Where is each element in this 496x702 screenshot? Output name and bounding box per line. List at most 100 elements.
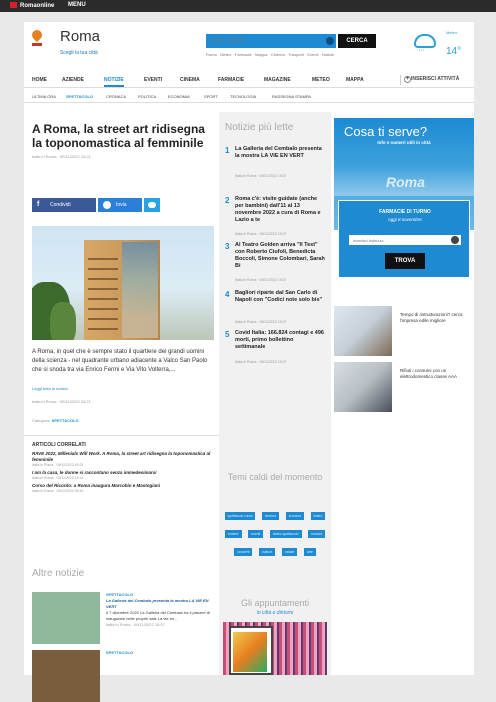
pharmacy-date: oggi 8 novembre xyxy=(388,217,422,222)
address-input[interactable] xyxy=(349,235,461,245)
topic-tag[interactable]: mostre xyxy=(224,530,242,538)
more-news-item[interactable]: SPETTACOLO La Galleria del Cembalo prese… xyxy=(32,592,217,644)
nav-meteo[interactable]: METEO xyxy=(312,77,330,83)
messenger-share-label: Invia xyxy=(116,202,127,208)
topic-tag[interactable]: concerti xyxy=(234,548,253,556)
twitter-icon xyxy=(148,202,156,208)
rank-number: 4 xyxy=(225,290,230,299)
subnav-tecnologia[interactable]: TECNOLOGIA xyxy=(230,94,256,99)
painting-image xyxy=(233,632,267,672)
article-headline: A Roma, la street art ridisegna la topon… xyxy=(32,122,205,150)
nav-cinema[interactable]: CINEMA xyxy=(180,77,200,83)
category-link[interactable]: SPETTACOLO xyxy=(52,418,79,423)
plus-icon: + xyxy=(404,76,411,83)
article-image[interactable] xyxy=(32,226,214,340)
rank-title[interactable]: Bagliori riparte dal San Carlo di Napoli… xyxy=(235,290,325,304)
most-read-column: Notizie più lette 1 La Galleria del Cemb… xyxy=(219,112,331,675)
find-pharmacy-button[interactable]: TROVA xyxy=(385,253,425,269)
subnav-politica[interactable]: POLITICA xyxy=(138,94,156,99)
nav-eventi[interactable]: EVENTI xyxy=(144,77,162,83)
city-selector[interactable]: Scegli la tua città xyxy=(60,50,98,56)
rank-title[interactable]: Roma c'è: visite guidate (anche per bamb… xyxy=(235,196,325,224)
subnav-ultima-ora[interactable]: ULTIMA ORA xyxy=(32,94,56,99)
appointments-subtitle[interactable]: in città e dintorni xyxy=(219,610,331,616)
article-category: Categoria: SPETTACOLO xyxy=(32,418,79,423)
ad-item[interactable]: Tempo di ristrutturazioni? cerca l'impre… xyxy=(334,306,474,356)
article-meta: Italia in Roma · 09/11/2022 15:21 xyxy=(32,154,91,159)
useful-info-title: Cosa ti serve? xyxy=(344,124,428,139)
more-news-text: SPETTACOLO La Galleria del Cembalo prese… xyxy=(106,592,216,628)
more-news-text: SPETTACOLO xyxy=(106,650,216,656)
more-news-item[interactable]: SPETTACOLO xyxy=(32,650,217,702)
subnav-cronaca[interactable]: CRONACA xyxy=(106,94,126,99)
menu-button[interactable]: MENU xyxy=(68,2,86,8)
topic-tag[interactable]: arte xyxy=(303,548,316,556)
article-excerpt: A Roma, in quel che è sempre stato il qu… xyxy=(32,349,208,373)
brand-label: Roma xyxy=(20,3,37,9)
useful-info-subtitle[interactable]: Info e numeri utili in città xyxy=(334,140,474,145)
hot-topics-tags: spettacolo roma cinema cronaca teatro mo… xyxy=(223,504,327,558)
mural-shape xyxy=(122,242,158,338)
topic-tag[interactable]: spettacolo roma xyxy=(224,512,256,520)
topic-tag[interactable]: natale xyxy=(281,548,298,556)
ad-text[interactable]: Rifiuti i consumi con un elettrodomestic… xyxy=(400,368,470,380)
topic-tag[interactable]: teatro spettacolo xyxy=(269,530,302,538)
hot-topics-title: Temi caldi del momento xyxy=(227,472,323,482)
nav-home[interactable]: HOME xyxy=(32,77,47,83)
rain-icon: ''' xyxy=(419,50,426,56)
ad-image[interactable] xyxy=(334,306,392,356)
nav-mappa[interactable]: MAPPA xyxy=(346,77,364,83)
search-suggestions[interactable]: Roma · Meteo · Farmacie · Mappa · Cinema… xyxy=(206,52,334,57)
rank-meta: Italia in Roma · 09/11/2022 15:07 xyxy=(235,232,287,236)
rank-number: 5 xyxy=(225,330,230,339)
twitter-share-button[interactable] xyxy=(144,198,160,212)
ad-text[interactable]: Tempo di ristrutturazioni? cerca l'impre… xyxy=(400,312,470,324)
rank-title[interactable]: La Galleria del Cembalo presenta la most… xyxy=(235,146,325,160)
nav-aziende[interactable]: AZIENDE xyxy=(62,77,84,83)
cloud-icon[interactable] xyxy=(414,34,436,48)
related-meta: Italia in Roma · 09/11/2022 10:14 xyxy=(32,476,84,480)
more-news-tag[interactable]: SPETTACOLO xyxy=(106,650,216,656)
topic-tag[interactable]: teatro xyxy=(310,512,326,520)
flag-icon xyxy=(10,2,17,8)
related-item[interactable]: RAVE 2022, Millenials Will Work. A Roma,… xyxy=(32,451,218,463)
topic-tag[interactable]: eventi xyxy=(247,530,264,538)
tree-shape xyxy=(50,302,76,340)
messenger-share-button[interactable]: Invia xyxy=(98,198,142,212)
subnav-spettacolo[interactable]: SPETTACOLO xyxy=(66,94,93,99)
subnav-sport[interactable]: SPORT xyxy=(204,94,218,99)
messenger-icon xyxy=(103,201,111,209)
facebook-share-button[interactable]: f Condividi xyxy=(32,198,96,212)
subnav-economia[interactable]: ECONOMIA xyxy=(168,94,190,99)
clear-icon[interactable] xyxy=(451,236,459,244)
nav-magazine[interactable]: MAGAZINE xyxy=(264,77,291,83)
more-news-image[interactable] xyxy=(32,650,100,702)
rank-title[interactable]: Covid Italia: 166.824 contagi e 496 mort… xyxy=(235,330,325,351)
subnav-rassegna-stampa[interactable]: RASSEGNA STAMPA xyxy=(272,94,311,99)
most-read-title: Notizie più lette xyxy=(225,122,294,133)
rank-title[interactable]: Al Teatro Golden arriva "Il Test" con Ro… xyxy=(235,242,325,270)
topic-tag[interactable]: cronaca xyxy=(285,512,305,520)
nav-farmacie[interactable]: FARMACIE xyxy=(218,77,244,83)
ad-image[interactable] xyxy=(334,362,392,412)
more-news-title: Altre notizie xyxy=(32,568,85,579)
ad-item[interactable]: Rifiuti i consumi con un elettrodomestic… xyxy=(334,362,474,412)
city-title: Roma xyxy=(60,28,101,45)
search-input[interactable] xyxy=(206,34,336,48)
topic-tag[interactable]: cultura xyxy=(258,548,276,556)
location-pin-icon xyxy=(29,27,45,43)
appointments-title: Gli appuntamenti xyxy=(240,598,310,608)
site-brand[interactable]: Romaonline xyxy=(10,2,54,9)
facebook-share-label: Condividi xyxy=(50,202,71,208)
topic-tag[interactable]: cinema xyxy=(261,512,280,520)
read-more-link[interactable]: Leggi tutta la notizia xyxy=(32,386,68,391)
more-news-image[interactable] xyxy=(32,592,100,644)
add-business-button[interactable]: + INSERISCI ATTIVITÀ xyxy=(400,75,472,85)
search-icon[interactable] xyxy=(326,37,334,45)
category-label: Categoria: xyxy=(32,418,51,423)
more-news-headline[interactable]: La Galleria del Cembalo presenta la most… xyxy=(106,598,216,610)
topic-tag[interactable]: musica xyxy=(308,530,326,538)
search-button[interactable]: CERCA xyxy=(338,34,376,48)
nav-notizie[interactable]: NOTIZIE xyxy=(104,77,124,87)
facebook-icon: f xyxy=(37,201,40,208)
